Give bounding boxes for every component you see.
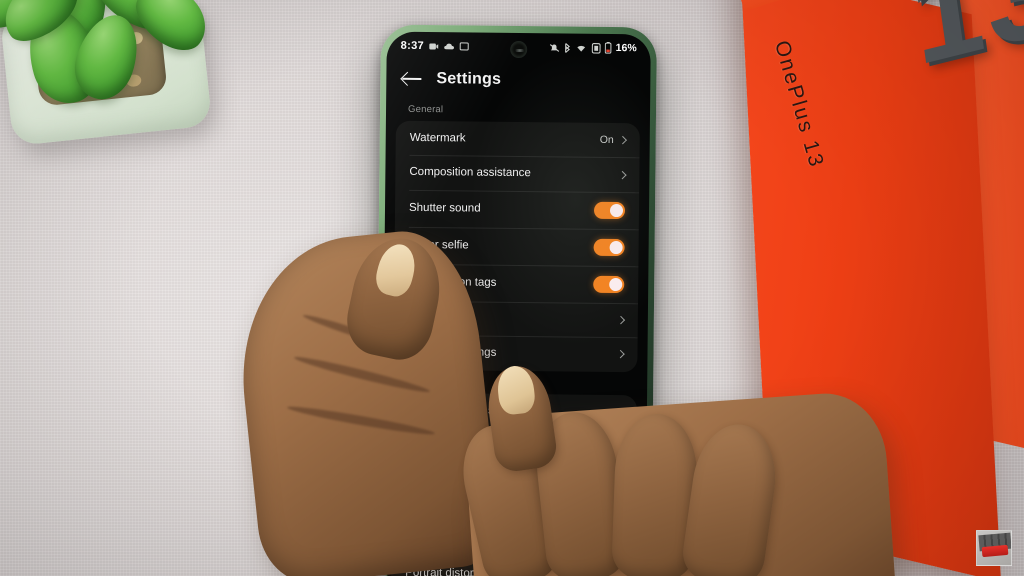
section-header-general: General [407,103,444,116]
row-label: Formats [407,311,451,325]
row-text-block: Shooting method Tap to capture, Show... [406,451,498,478]
row-label: Composition assistance [409,166,531,180]
chevron-right-icon [615,462,624,471]
chevron-right-icon [616,315,626,325]
page-title: Settings [436,70,502,88]
toggle-shutter-sound[interactable] [593,201,626,219]
succulent-plant [0,0,234,166]
row-value: On [599,134,614,147]
battery-low-icon [604,41,612,54]
row-shutter-sound[interactable]: Shutter sound [395,189,639,229]
row-label: QR code scanning [405,532,501,546]
row-value: Clear burst [559,412,611,425]
notifications-muted-icon [549,42,560,53]
row-right: Clear burst [559,412,625,425]
status-time: 8:37 [400,39,424,53]
status-bar-right: 16% [549,41,637,54]
chevron-right-icon [615,414,625,424]
app-bar: Settings [386,58,650,101]
row-label: Shutter sound [408,201,481,215]
row-mirror-selfie[interactable]: Mirror selfie [394,226,638,266]
row-right [616,350,625,359]
row-label: Watermark [409,131,466,145]
phone-device: 8:37 16% Settings General Watermark On C… [375,24,657,576]
chevron-right-icon [616,350,625,359]
section-header-photo: Photo [405,375,432,387]
row-lens-focal-length[interactable]: Lens focal length [392,487,636,524]
phone-screen[interactable]: 8:37 16% Settings General Watermark On C… [381,31,651,576]
row-label: Preserve settings [407,345,497,359]
status-bar-left: 8:37 [401,40,469,53]
row-subtitle: Tap to capture, Show... [406,467,498,479]
bluetooth-icon [564,42,571,53]
back-arrow-icon[interactable] [402,71,422,87]
row-label: Lens focal length [405,498,493,512]
row-right [616,315,626,325]
chevron-right-icon [618,136,627,145]
row-composition-assistance[interactable]: Composition assistance [395,155,639,192]
row-shooting-method[interactable]: Shooting method Tap to capture, Show... [392,441,636,490]
video-icon [429,42,439,51]
chevron-right-icon [618,170,627,179]
toggle-add-location-tags[interactable] [593,275,625,293]
row-watermark[interactable]: Watermark On [396,121,640,158]
row-right [618,170,627,179]
row-right [615,462,624,471]
settings-scroll[interactable]: General Watermark On Composition assista… [381,98,650,576]
row-label: Shooting method [406,452,494,466]
box-front-face [740,0,1001,576]
row-qr-code-scanning[interactable]: QR code scanning [391,522,635,559]
row-label: Mirror selfie [408,238,469,252]
row-label: Add location tags [408,275,497,289]
battery-saver-icon [591,42,601,54]
screenshot-icon [459,42,469,51]
row-touch-and-hold-shutter-button[interactable]: Touch and hold shutter button Clear burs… [393,392,637,443]
oneplus-box: OnePlus 13 13 [714,0,1024,576]
channel-watermark [976,530,1012,566]
battery-percent: 16% [615,42,637,55]
settings-card-photo: Touch and hold shutter button Clear burs… [391,392,638,576]
row-add-location-tags[interactable]: Add location tags [394,263,638,303]
row-right: On [599,134,627,147]
row-label: Touch and hold shutter button [406,403,524,431]
settings-card-general: Watermark On Composition assistance Shut… [393,120,640,372]
row-portrait-distortion-correction[interactable]: Portrait distortion corr... [391,556,635,576]
front-camera-punch-hole [510,40,528,59]
photo-scene: OnePlus 13 13 8:37 16% Settings General … [0,0,1024,576]
toggle-mirror-selfie[interactable] [593,238,625,256]
cloud-icon [444,42,455,50]
row-preserve-settings[interactable]: Preserve settings [393,335,637,372]
row-formats[interactable]: Formats [394,300,638,337]
wifi-icon [575,43,588,53]
